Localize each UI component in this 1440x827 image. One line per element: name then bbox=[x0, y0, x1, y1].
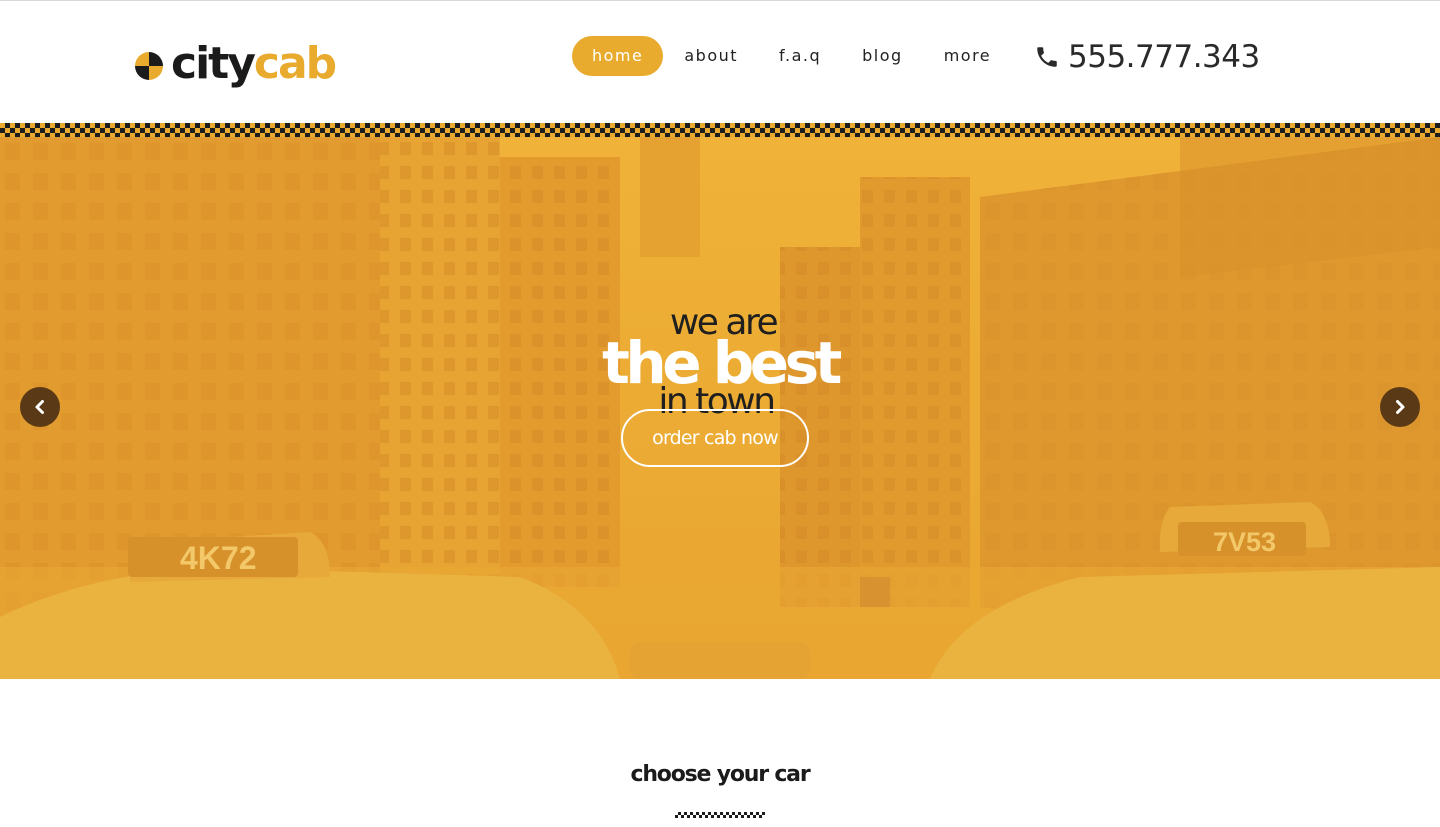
nav-faq[interactable]: f.a.q bbox=[759, 36, 841, 76]
checkered-circle-icon bbox=[135, 52, 163, 80]
order-cab-button[interactable]: order cab now bbox=[621, 409, 809, 467]
logo-text-cab: cab bbox=[253, 38, 337, 89]
logo[interactable]: citycab bbox=[135, 37, 337, 91]
phone-number: 555.777.343 bbox=[1068, 39, 1260, 75]
phone-contact[interactable]: 555.777.343 bbox=[1034, 37, 1260, 77]
taxi-plate-right: 7V53 bbox=[1213, 527, 1276, 557]
phone-icon bbox=[1037, 47, 1057, 67]
nav-about[interactable]: about bbox=[664, 36, 758, 76]
slider-prev-button[interactable] bbox=[20, 387, 60, 427]
tagline-main: the best bbox=[602, 329, 842, 397]
hero-tagline: we are the best in town bbox=[520, 305, 920, 420]
hero-slider: 4K72 7V53 we are the best in town order … bbox=[0, 137, 1440, 679]
logo-text-city: city bbox=[171, 38, 256, 89]
title-checkered-divider bbox=[675, 812, 765, 818]
logo-text: citycab bbox=[171, 42, 337, 86]
nav-more[interactable]: more bbox=[924, 36, 1011, 76]
taxi-plate-left: 4K72 bbox=[180, 540, 257, 576]
chevron-left-icon bbox=[35, 400, 44, 414]
site-header: citycab home about f.a.q blog more 555.7… bbox=[0, 1, 1440, 123]
section-title: choose your car bbox=[630, 762, 811, 787]
nav-home[interactable]: home bbox=[572, 36, 664, 76]
nav-blog[interactable]: blog bbox=[842, 36, 923, 76]
chevron-right-icon bbox=[1396, 400, 1405, 414]
slider-next-button[interactable] bbox=[1380, 387, 1420, 427]
main-nav: home about f.a.q blog more bbox=[572, 36, 1012, 76]
checkered-divider bbox=[0, 123, 1440, 137]
